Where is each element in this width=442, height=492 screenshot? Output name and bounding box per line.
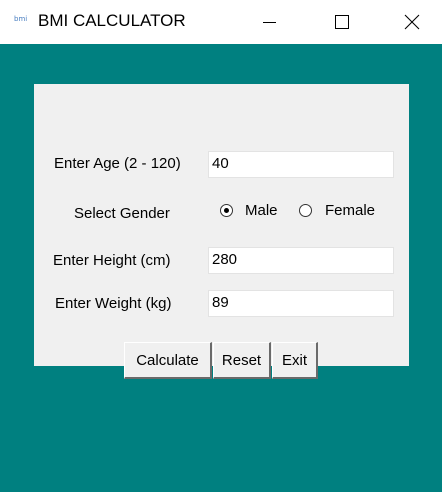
reset-button[interactable]: Reset (213, 342, 271, 379)
app-icon: bmi (14, 15, 28, 23)
minimize-icon (262, 21, 276, 23)
close-icon (404, 14, 420, 30)
calculate-button[interactable]: Calculate (124, 342, 212, 379)
exit-button[interactable]: Exit (272, 342, 318, 379)
radio-unselected-icon (299, 204, 312, 217)
window-title: BMI CALCULATOR (38, 11, 186, 30)
height-input[interactable]: 280 (208, 247, 394, 274)
gender-radio-male[interactable]: Male (220, 202, 278, 219)
age-input[interactable]: 40 (208, 151, 394, 178)
gender-male-label: Male (245, 202, 278, 219)
title-bar[interactable]: bmi BMI CALCULATOR (0, 0, 442, 44)
maximize-icon (335, 15, 349, 29)
gender-radio-female[interactable]: Female (299, 202, 375, 219)
gender-female-label: Female (325, 202, 376, 219)
weight-input[interactable]: 89 (208, 290, 394, 317)
age-label: Enter Age (2 - 120) (54, 155, 181, 172)
form-panel: Enter Age (2 - 120) 40 Select Gender Mal… (34, 84, 409, 379)
weight-label: Enter Weight (kg) (55, 295, 172, 312)
minimize-button[interactable] (239, 0, 299, 44)
height-label: Enter Height (cm) (53, 252, 171, 269)
close-button[interactable] (382, 0, 442, 44)
maximize-button[interactable] (312, 0, 372, 44)
radio-selected-icon (220, 204, 233, 217)
gender-label: Select Gender (74, 205, 170, 222)
